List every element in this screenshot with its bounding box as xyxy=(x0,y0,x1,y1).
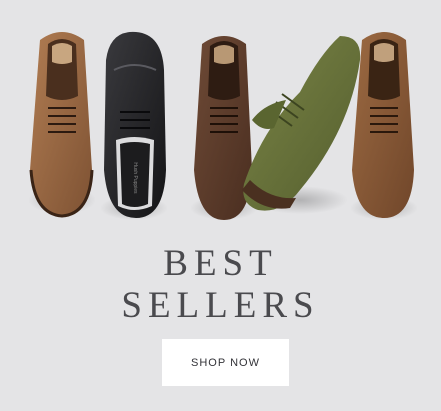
olive-suede-derby-shoe xyxy=(242,36,361,214)
tan-leather-derby-shoe xyxy=(28,32,96,218)
shop-now-button[interactable]: SHOP NOW xyxy=(162,339,289,386)
best-sellers-banner[interactable]: Hush Puppies BEST SELLERS SHOP NOW xyxy=(0,0,441,411)
black-leather-derby-shoe: Hush Puppies xyxy=(100,31,168,220)
headline-best: BEST xyxy=(163,243,278,284)
headline-sellers: SELLERS xyxy=(121,285,320,326)
svg-text:Hush Puppies: Hush Puppies xyxy=(132,162,138,194)
tan-suede-derby-shoe xyxy=(350,32,418,220)
shoe-lineup-image[interactable]: Hush Puppies xyxy=(0,0,441,230)
